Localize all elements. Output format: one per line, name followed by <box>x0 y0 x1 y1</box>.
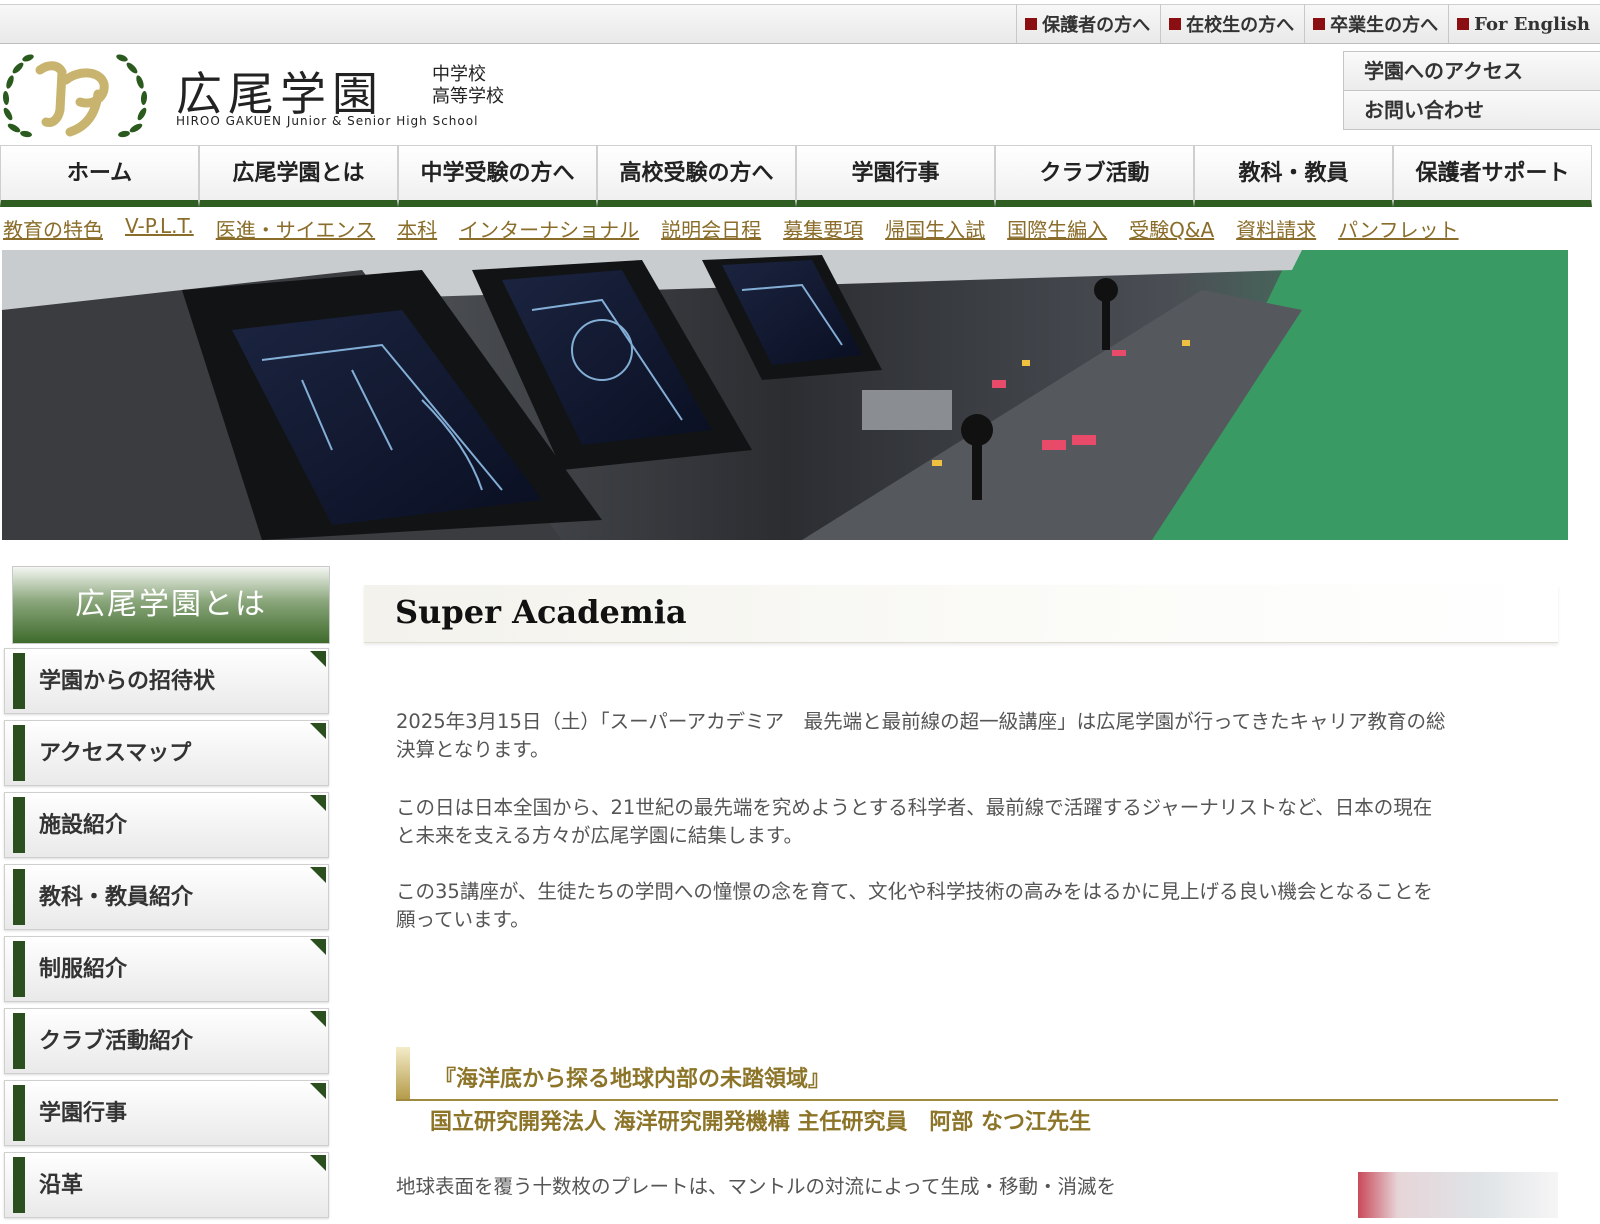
sub-nav: 教育の特色 V-P.L.T. 医進・サイエンス 本科 インターナショナル 説明会… <box>0 214 1600 244</box>
item-accent-bar <box>13 1157 25 1213</box>
subnav-link[interactable]: インターナショナル <box>459 214 639 244</box>
sidebar-item-clubs[interactable]: クラブ活動紹介 <box>4 1008 329 1074</box>
hero-image <box>2 250 1568 540</box>
item-accent-bar <box>13 653 25 709</box>
paragraph-line: この35講座が、生徒たちの学問への憧憬の念を育て、文化や科学技術の高みをはるかに… <box>396 880 1433 903</box>
page-title-bar: Super Academia <box>364 585 1558 643</box>
sidebar-item-history[interactable]: 沿革 <box>4 1152 329 1218</box>
sidebar-title: 広尾学園とは <box>12 566 330 644</box>
sidebar-item-label: 沿革 <box>39 1172 84 1198</box>
sidebar-item-uniform[interactable]: 制服紹介 <box>4 936 329 1002</box>
main-nav: ホーム 広尾学園とは 中学受験の方へ 高校受験の方へ 学園行事 クラブ活動 教科… <box>0 145 1600 207</box>
square-bullet-icon <box>1313 18 1326 30</box>
school-subtitle-line: 高等学校 <box>432 86 504 107</box>
item-accent-bar <box>13 725 25 781</box>
intro-paragraph: この日は日本全国から、21世紀の最先端を究めようとする科学者、最前線で活躍するジ… <box>396 794 1558 850</box>
subnav-link[interactable]: 帰国生入試 <box>885 214 985 244</box>
paragraph-line: と未来を支える方々が広尾学園に結集します。 <box>396 824 803 847</box>
topbar-link-label: 卒業生の方へ <box>1330 15 1439 36</box>
corner-arrow-icon <box>310 651 326 667</box>
sidebar-item-access-map[interactable]: アクセスマップ <box>4 720 329 786</box>
sidebar-item-label: クラブ活動紹介 <box>39 1028 194 1054</box>
square-bullet-icon <box>1169 18 1182 30</box>
sidebar-item-label: 教科・教員紹介 <box>39 884 194 910</box>
corner-arrow-icon <box>310 723 326 739</box>
subnav-link[interactable]: 説明会日程 <box>661 214 761 244</box>
access-button[interactable]: 学園へのアクセス <box>1343 51 1600 91</box>
square-bullet-icon <box>1457 18 1470 30</box>
page-title: Super Academia <box>395 593 687 631</box>
paragraph-line: 2025年3月15日（土）「スーパーアカデミア 最先端と最前線の超一級講座」は広… <box>396 710 1446 733</box>
topbar-link-label: 保護者の方へ <box>1042 15 1151 36</box>
sidebar-item-label: 制服紹介 <box>39 956 128 982</box>
header-links: 学園へのアクセス お問い合わせ <box>1343 51 1600 130</box>
sidebar-item-invitation[interactable]: 学園からの招待状 <box>4 648 329 714</box>
topbar-link-students[interactable]: 在校生の方へ <box>1160 5 1304 43</box>
subnav-link[interactable]: 受験Q&A <box>1129 214 1214 244</box>
paragraph-line: 願っています。 <box>396 908 530 931</box>
intro-paragraph: この35講座が、生徒たちの学問への憧憬の念を育て、文化や科学技術の高みをはるかに… <box>396 878 1558 934</box>
corner-arrow-icon <box>310 795 326 811</box>
subnav-link[interactable]: 本科 <box>397 214 437 244</box>
nav-senior-exam[interactable]: 高校受験の方へ <box>597 145 796 207</box>
corner-arrow-icon <box>310 1155 326 1171</box>
sidebar-item-events[interactable]: 学園行事 <box>4 1080 329 1146</box>
nav-junior-exam[interactable]: 中学受験の方へ <box>398 145 597 207</box>
intro-paragraph: 2025年3月15日（土）「スーパーアカデミア 最先端と最前線の超一級講座」は広… <box>396 708 1558 764</box>
topbar-link-parents[interactable]: 保護者の方へ <box>1016 5 1160 43</box>
school-subtitle-line: 中学校 <box>432 64 486 85</box>
corner-arrow-icon <box>310 867 326 883</box>
subnav-link[interactable]: 教育の特色 <box>3 214 103 244</box>
sidebar-item-label: 施設紹介 <box>39 812 128 838</box>
item-accent-bar <box>13 797 25 853</box>
item-accent-bar <box>13 869 25 925</box>
nav-home[interactable]: ホーム <box>0 145 199 207</box>
sidebar-menu: 学園からの招待状 アクセスマップ 施設紹介 教科・教員紹介 制服紹介 クラブ活動… <box>4 648 329 1224</box>
nav-parents[interactable]: 保護者サポート <box>1393 145 1592 207</box>
utility-bar: 保護者の方へ 在校生の方へ 卒業生の方へ For English <box>0 4 1600 44</box>
lecture-heading: 『海洋底から探る地球内部の未踏領域』 <box>396 1047 1558 1101</box>
corner-arrow-icon <box>310 939 326 955</box>
topbar-link-label: 在校生の方へ <box>1186 15 1295 36</box>
paragraph-line: この日は日本全国から、21世紀の最先端を究めようとする科学者、最前線で活躍するジ… <box>396 796 1433 819</box>
subnav-link[interactable]: 国際生編入 <box>1007 214 1107 244</box>
item-accent-bar <box>13 1013 25 1069</box>
item-accent-bar <box>13 941 25 997</box>
lecture-title: 『海洋底から探る地球内部の未踏領域』 <box>434 1066 831 1092</box>
corner-arrow-icon <box>310 1083 326 1099</box>
subnav-link[interactable]: 募集要項 <box>783 214 863 244</box>
item-accent-bar <box>13 1085 25 1141</box>
lecture-description: 地球表面を覆う十数枚のプレートは、マントルの対流によって生成・移動・消滅を <box>396 1175 1116 1198</box>
subnav-link[interactable]: 資料請求 <box>1236 214 1316 244</box>
square-bullet-icon <box>1025 18 1038 30</box>
corner-arrow-icon <box>310 1011 326 1027</box>
school-logo[interactable] <box>0 50 150 140</box>
contact-button[interactable]: お問い合わせ <box>1343 91 1600 130</box>
topbar-link-alumni[interactable]: 卒業生の方へ <box>1304 5 1448 43</box>
nav-about[interactable]: 広尾学園とは <box>199 145 398 207</box>
sidebar-item-label: アクセスマップ <box>39 740 192 766</box>
nav-clubs[interactable]: クラブ活動 <box>995 145 1194 207</box>
sidebar-item-label: 学園行事 <box>39 1100 128 1126</box>
school-subtitle: 中学校 高等学校 <box>432 64 504 108</box>
nav-subjects[interactable]: 教科・教員 <box>1194 145 1393 207</box>
topbar-link-label: For English <box>1474 13 1590 35</box>
sidebar-item-subjects-teachers[interactable]: 教科・教員紹介 <box>4 864 329 930</box>
subnav-link[interactable]: V-P.L.T. <box>125 214 194 244</box>
subnav-link[interactable]: パンフレット <box>1338 214 1458 244</box>
topbar-link-english[interactable]: For English <box>1448 5 1600 43</box>
sidebar-item-label: 学園からの招待状 <box>39 668 216 694</box>
lecturer-photo <box>1358 1172 1558 1218</box>
sidebar-item-facilities[interactable]: 施設紹介 <box>4 792 329 858</box>
subnav-link[interactable]: 医進・サイエンス <box>216 214 375 244</box>
heading-accent-bar <box>396 1047 410 1099</box>
paragraph-line: 決算となります。 <box>396 738 550 761</box>
lecturer-name: 国立研究開発法人 海洋研究開発機構 主任研究員 阿部 なつ江先生 <box>430 1109 1091 1135</box>
nav-events[interactable]: 学園行事 <box>796 145 995 207</box>
school-english-name: HIROO GAKUEN Junior & Senior High School <box>176 114 479 128</box>
